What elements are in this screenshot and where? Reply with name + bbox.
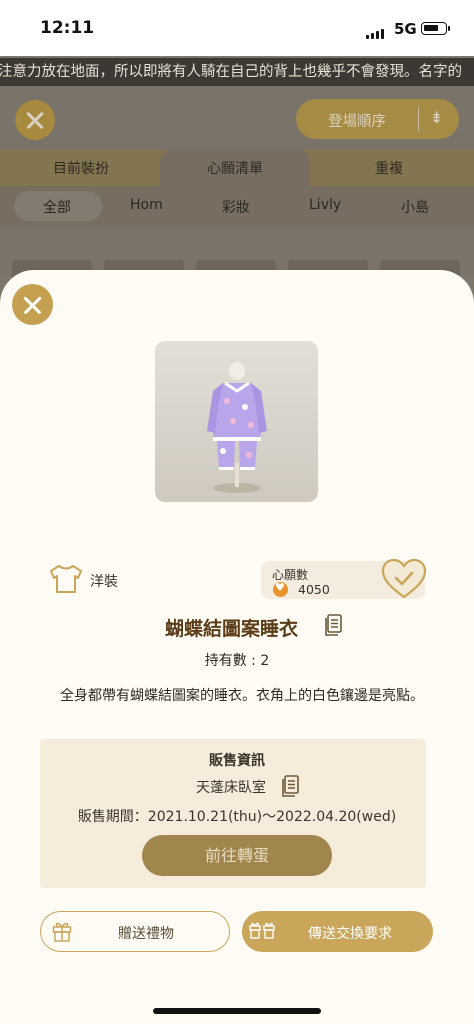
item-name: 蝴蝶結圖案睡衣 — [165, 618, 299, 640]
sale-period: 販售期間：2021.10.21(thu)〜2022.04.20(wed) — [77, 809, 397, 825]
news-ticker-text: 注意力放在地面，所以即將有人騎在自己的背上也幾乎不會發現。名字的 — [0, 64, 462, 80]
network-label: 5G — [394, 20, 417, 38]
copy-name-icon[interactable] — [325, 614, 343, 640]
battery-tip — [448, 26, 450, 31]
filter-all: 全部 — [43, 200, 71, 216]
news-ticker: 注意力放在地面，所以即將有人騎在自己的背上也幾乎不會發現。名字的 — [0, 58, 474, 86]
category-label: 洋裝 — [90, 574, 118, 590]
filter-makeup: 彩妝 — [222, 200, 250, 216]
filter-hom: Hom — [130, 197, 163, 213]
sort-order-icon: ⇟ — [430, 108, 444, 127]
wishlist-toggle-heart-icon[interactable] — [381, 558, 427, 604]
home-indicator[interactable] — [153, 1008, 321, 1014]
tab-current-outfit: 目前裝扮 — [53, 161, 109, 177]
trade-request-label: 傳送交換要求 — [308, 926, 392, 942]
filter-livly: Livly — [309, 197, 342, 213]
item-image — [155, 341, 318, 502]
tab-duplicates: 重複 — [375, 161, 403, 177]
gift-icon — [52, 920, 72, 946]
sort-divider — [418, 107, 419, 131]
dress-icon — [48, 564, 84, 598]
wish-heart-icon — [273, 581, 288, 597]
sort-button: 登場順序 ⇟ — [296, 99, 459, 139]
trade-icon — [249, 920, 275, 946]
background-close-icon — [15, 100, 55, 140]
tab-wishlist: 心願清單 — [207, 161, 263, 177]
signal-icon — [366, 24, 386, 43]
filter-island: 小島 — [401, 200, 429, 216]
send-gift-label: 贈送禮物 — [118, 926, 174, 942]
sale-location: 天蓬床臥室 — [196, 780, 266, 796]
status-time: 12:11 — [40, 18, 95, 38]
close-button[interactable] — [12, 284, 53, 325]
battery-icon — [421, 22, 447, 35]
item-description: 全身都帶有蝴蝶結圖案的睡衣。衣角上的白色鑲邊是亮點。 — [60, 688, 424, 704]
sale-info-title: 販售資訊 — [209, 753, 265, 769]
wish-count-value: 4050 — [298, 582, 330, 597]
owned-count: 持有數 : 2 — [204, 653, 270, 669]
copy-location-icon[interactable] — [282, 775, 300, 801]
go-to-gacha-button[interactable]: 前往轉蛋 — [142, 835, 332, 876]
sort-button-label: 登場順序 — [328, 114, 386, 130]
